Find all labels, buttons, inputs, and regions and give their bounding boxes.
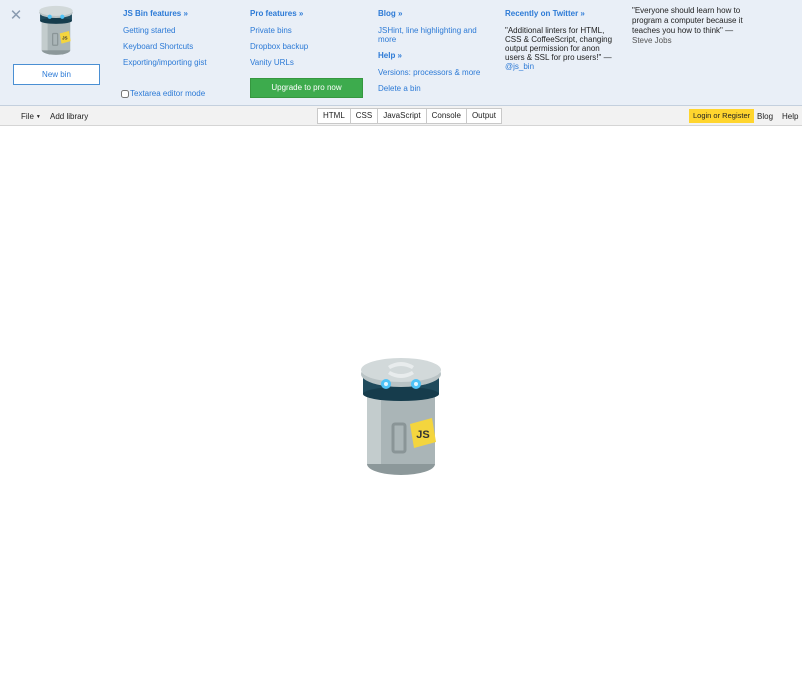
close-icon[interactable]: ✕ bbox=[9, 8, 23, 23]
control-panel: ✕ JS New bin JS Bin features » Getting s… bbox=[0, 0, 802, 106]
new-bin-button[interactable]: New bin bbox=[13, 64, 100, 85]
chevron-down-icon: ▼ bbox=[35, 113, 41, 120]
vanity-urls-link[interactable]: Vanity URLs bbox=[250, 58, 308, 67]
center-logo: JS bbox=[356, 356, 446, 482]
exporting-gist-link[interactable]: Exporting/importing gist bbox=[123, 58, 207, 67]
private-bins-link[interactable]: Private bins bbox=[250, 26, 308, 35]
jsbin-center-logo-icon: JS bbox=[361, 358, 441, 475]
upgrade-pro-button[interactable]: Upgrade to pro now bbox=[250, 78, 363, 98]
blog-column: Blog » JSHint, line highlighting and mor… bbox=[378, 9, 488, 100]
textarea-mode-toggle[interactable]: Textarea editor mode bbox=[121, 89, 205, 98]
help-link[interactable]: Help bbox=[782, 112, 798, 121]
tab-javascript[interactable]: JavaScript bbox=[378, 109, 427, 123]
versions-link[interactable]: Versions: processors & more bbox=[378, 68, 488, 77]
quote-text: "Everyone should learn how to program a … bbox=[632, 6, 743, 35]
jsbin-features-heading[interactable]: JS Bin features » bbox=[123, 9, 207, 18]
toolbar: File ▼ Add library HTML CSS JavaScript Co… bbox=[0, 106, 802, 126]
pro-features-heading[interactable]: Pro features » bbox=[250, 9, 308, 18]
textarea-mode-checkbox[interactable] bbox=[121, 89, 129, 98]
editor-area: JS bbox=[0, 127, 802, 698]
delete-bin-link[interactable]: Delete a bin bbox=[378, 84, 488, 93]
jsbin-logo: JS bbox=[36, 5, 76, 59]
twitter-handle-link[interactable]: @js_bin bbox=[505, 62, 534, 71]
blog-link[interactable]: Blog bbox=[757, 112, 773, 121]
dropbox-backup-link[interactable]: Dropbox backup bbox=[250, 42, 308, 51]
tab-html[interactable]: HTML bbox=[318, 109, 351, 123]
jsbin-logo-icon: JS bbox=[39, 5, 73, 55]
center-logo-badge-text: JS bbox=[416, 429, 429, 441]
pro-features-column: Pro features » Private bins Dropbox back… bbox=[250, 9, 308, 74]
tab-console[interactable]: Console bbox=[427, 109, 467, 123]
quote-column: "Everyone should learn how to program a … bbox=[632, 6, 747, 45]
getting-started-link[interactable]: Getting started bbox=[123, 26, 207, 35]
twitter-heading[interactable]: Recently on Twitter » bbox=[505, 9, 620, 18]
keyboard-shortcuts-link[interactable]: Keyboard Shortcuts bbox=[123, 42, 207, 51]
panel-tabs: HTML CSS JavaScript Console Output bbox=[317, 108, 502, 124]
help-heading[interactable]: Help » bbox=[378, 51, 488, 60]
login-register-button[interactable]: Login or Register bbox=[689, 109, 755, 123]
twitter-column: Recently on Twitter » "Additional linter… bbox=[505, 9, 620, 71]
tweet-body: "Additional linters for HTML, CSS & Coff… bbox=[505, 26, 613, 62]
jshint-post-link[interactable]: JSHint, line highlighting and more bbox=[378, 26, 488, 44]
add-library-button[interactable]: Add library bbox=[50, 112, 88, 121]
logo-badge-text: JS bbox=[62, 35, 68, 40]
blog-heading[interactable]: Blog » bbox=[378, 9, 488, 18]
file-menu-label: File bbox=[21, 112, 34, 121]
quote-author: Steve Jobs bbox=[632, 36, 672, 45]
jsbin-features-column: JS Bin features » Getting started Keyboa… bbox=[123, 9, 207, 74]
tab-output[interactable]: Output bbox=[467, 109, 501, 123]
textarea-mode-label: Textarea editor mode bbox=[130, 89, 206, 98]
tab-css[interactable]: CSS bbox=[351, 109, 379, 123]
file-menu[interactable]: File ▼ bbox=[21, 112, 41, 121]
tweet-text: "Additional linters for HTML, CSS & Coff… bbox=[505, 26, 620, 71]
